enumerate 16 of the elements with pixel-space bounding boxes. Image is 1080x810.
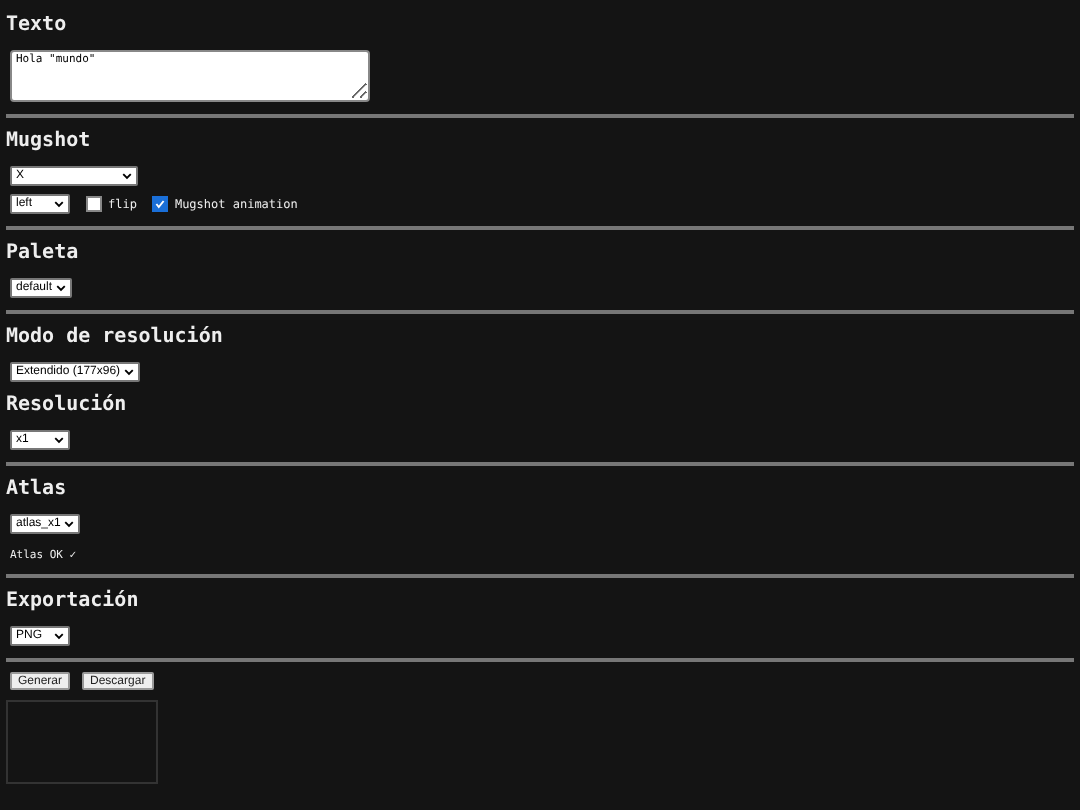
chevron-down-icon — [124, 368, 135, 376]
chevron-down-icon — [122, 172, 132, 180]
section-heading: Exportación — [6, 590, 141, 614]
chevron-down-icon — [64, 520, 75, 528]
chevron-down-icon — [54, 436, 64, 444]
section-heading: Texto — [6, 14, 69, 38]
chevron-down-icon — [56, 284, 67, 292]
checkbox[interactable] — [152, 196, 169, 212]
section-heading: Modo de resolución — [6, 326, 225, 350]
section-heading: Resolución — [6, 394, 129, 418]
chevron-down-icon — [54, 200, 64, 208]
section-heading: Paleta — [6, 242, 81, 266]
chevron-down-icon — [54, 632, 64, 640]
section-heading: Atlas — [6, 478, 69, 502]
section-heading: Mugshot — [6, 130, 93, 154]
checkbox[interactable] — [86, 196, 102, 212]
